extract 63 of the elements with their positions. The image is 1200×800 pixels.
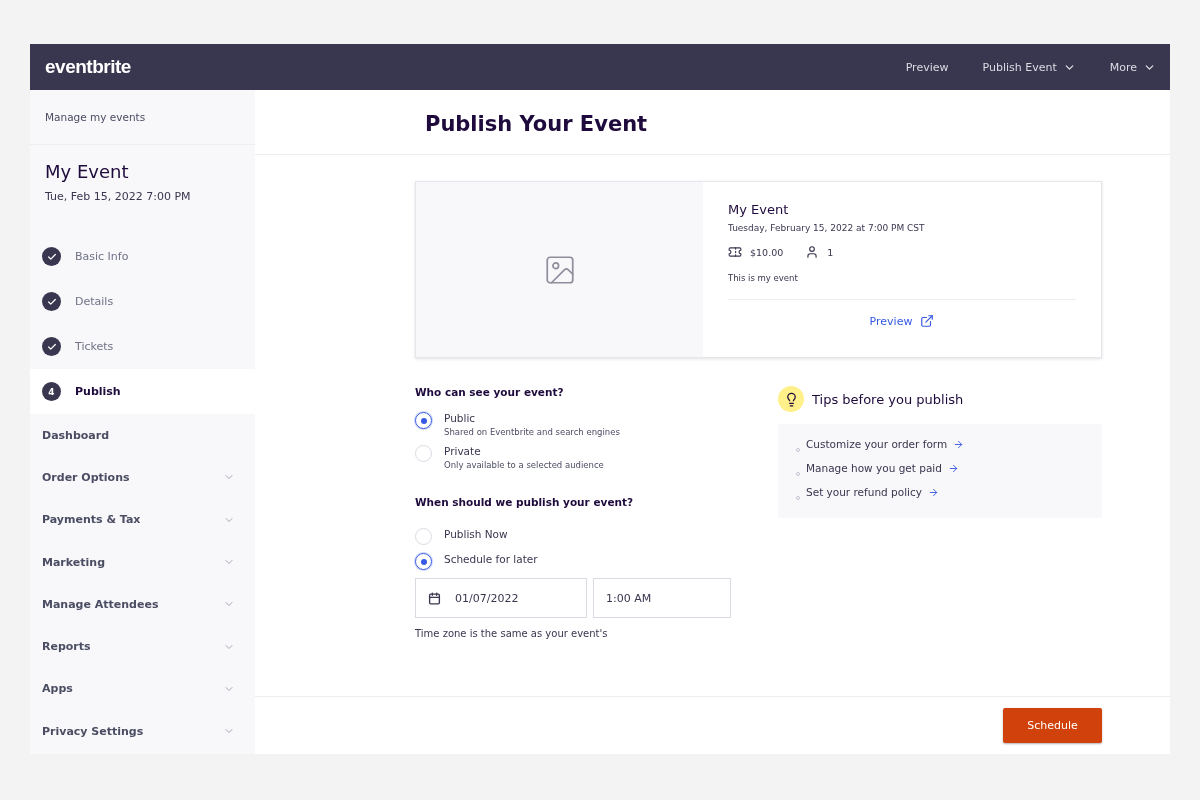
sidebar-item[interactable]: Reports (30, 625, 255, 668)
sidebar-item-label: Marketing (42, 555, 106, 569)
sidebar-item[interactable]: Apps (30, 667, 255, 711)
sidebar-item-label: Manage Attendees (42, 597, 160, 611)
option-label: Publish Now (444, 528, 508, 542)
nav-link[interactable]: Publish Event (982, 60, 1076, 74)
event-description: This is my event (728, 273, 1076, 300)
nav-link[interactable]: Preview (905, 60, 949, 74)
event-datetime: Tuesday, February 15, 2022 at 7:00 PM CST (728, 223, 926, 233)
manage-events-link[interactable]: Manage my events (30, 90, 255, 145)
step-label: Publish (75, 385, 121, 398)
tip-link[interactable]: Set your refund policy (806, 486, 939, 498)
step-label: Basic Info (75, 250, 129, 263)
sidebar-item-label: Reports (42, 640, 92, 654)
time-field[interactable]: 1:00 AM (593, 578, 731, 618)
sidebar-item[interactable]: Marketing (30, 540, 255, 584)
arrow-right-icon (953, 438, 965, 450)
event-date: Tue, Feb 15, 2022 7:00 PM (44, 189, 192, 205)
step-item[interactable]: Details (30, 279, 255, 324)
preview-link[interactable]: Preview (728, 314, 1076, 328)
lightbulb-icon (778, 386, 804, 412)
step-label: Details (75, 295, 114, 308)
option-label: Public (444, 412, 477, 424)
step-item[interactable]: Tickets (30, 324, 255, 369)
external-link-icon (920, 314, 935, 328)
sidebar-item[interactable]: Order Options (30, 456, 255, 499)
ticket-price: $10.00 (750, 246, 784, 258)
tips-title: Tips before you publish (812, 391, 964, 407)
page-title: Publish Your Event (425, 112, 649, 136)
sidebar-item-label: Apps (42, 682, 74, 696)
tip-link[interactable]: Customize your order form (806, 438, 965, 450)
logo[interactable]: eventbrite (45, 56, 131, 78)
sidebar-item[interactable]: Manage Attendees (30, 583, 255, 626)
arrow-right-icon (928, 486, 939, 498)
question-label: Who can see your event? (415, 386, 565, 398)
tip-link[interactable]: Manage how you get paid (806, 462, 959, 474)
option-description: Only available to a selected audience (444, 460, 604, 470)
calendar-icon (428, 591, 441, 605)
step-item[interactable]: 4 Publish (30, 369, 255, 414)
timezone-note: Time zone is the same as your event's (415, 628, 609, 639)
schedule-button[interactable]: Schedule (1003, 708, 1102, 743)
nav-link[interactable]: More (1109, 60, 1156, 74)
sidebar-item-label: Payments & Tax (42, 513, 142, 527)
option-label: Schedule for later (444, 553, 538, 567)
option-description: Shared on Eventbrite and search engines (444, 427, 620, 437)
sidebar-item-label: Dashboard (42, 428, 111, 442)
sidebar-item[interactable]: Payments & Tax (30, 498, 255, 541)
person-icon (805, 245, 820, 259)
question-label: When should we publish your event? (415, 496, 635, 508)
date-field[interactable]: 01/07/2022 (415, 578, 587, 618)
arrow-right-icon (947, 462, 959, 474)
sidebar-item[interactable]: Privacy Settings (30, 710, 255, 753)
option-label: Private (444, 445, 482, 457)
event-title: My Event (728, 202, 790, 217)
step-item[interactable]: Basic Info (30, 234, 255, 279)
capacity: 1 (827, 246, 834, 258)
event-title: My Event (44, 160, 130, 182)
step-label: Tickets (75, 340, 114, 353)
sidebar-item-label: Privacy Settings (42, 724, 145, 738)
sidebar-item[interactable]: Dashboard (30, 414, 255, 457)
ticket-icon (728, 245, 742, 259)
step-number: 4 (42, 382, 61, 401)
sidebar-item-label: Order Options (42, 470, 131, 484)
